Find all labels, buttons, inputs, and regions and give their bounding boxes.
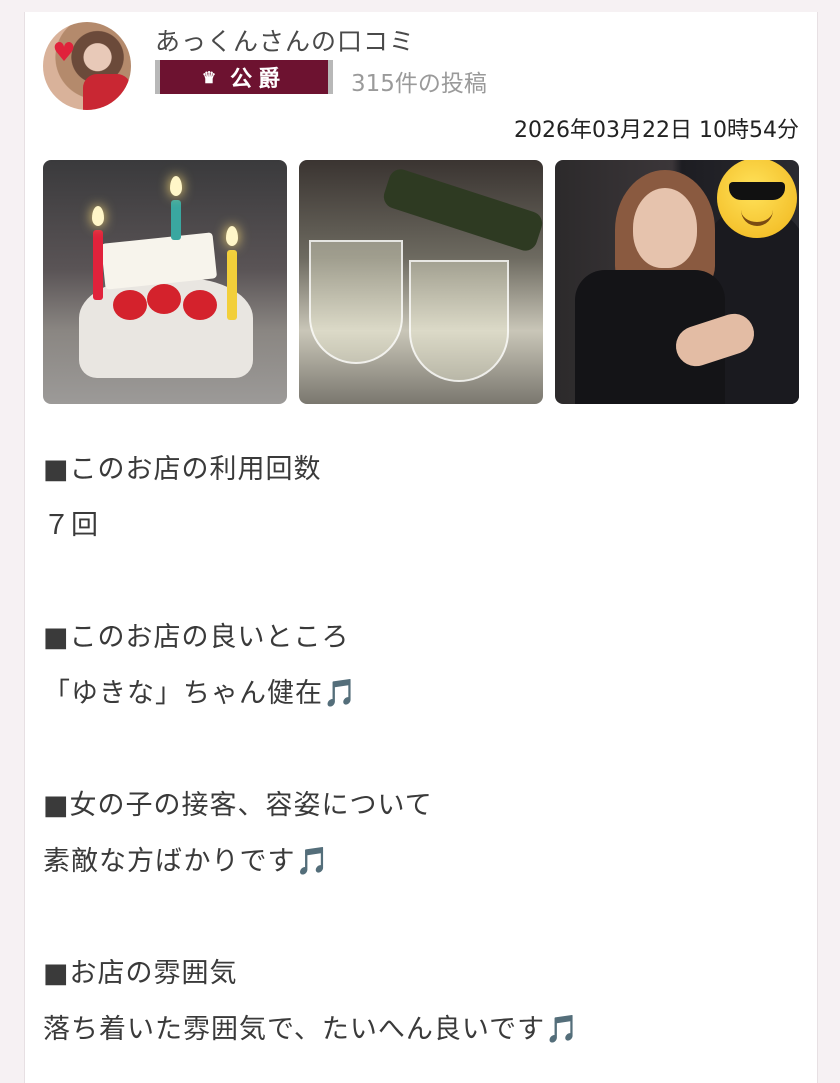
heart-icon: ♥ <box>52 38 76 68</box>
section-heading: ■このお店の良いところ <box>43 622 350 653</box>
strawberry-shape <box>147 284 181 314</box>
crown-icon: ♛ <box>201 67 217 87</box>
candle-shape <box>171 200 181 240</box>
smile-shape <box>741 208 773 226</box>
review-datetime: 2026年03月22日 10時54分 <box>514 118 799 143</box>
section-answer: 素敵な方ばかりです🎵 <box>43 846 331 877</box>
wine-glasses-photo[interactable] <box>299 160 543 404</box>
wine-glass-shape <box>309 240 403 364</box>
wine-bottle-shape <box>380 166 543 254</box>
strawberry-shape <box>183 290 217 320</box>
review-author-title[interactable]: あっくんさんの口コミ <box>155 22 415 58</box>
section-heading: ■お店の雰囲気 <box>43 958 238 989</box>
post-count[interactable]: 315件の投稿 <box>351 64 487 98</box>
flame-shape <box>92 206 104 226</box>
sunglasses-emoji-icon <box>717 160 797 238</box>
couple-selfie-photo[interactable] <box>555 160 799 404</box>
section-heading: ■女の子の接客、容姿について <box>43 790 433 821</box>
section-answer: 落ち着いた雰囲気で、たいへん良いです🎵 <box>43 1014 580 1045</box>
flame-shape <box>170 176 182 196</box>
sunglasses-shape <box>729 182 785 200</box>
candle-shape <box>227 250 237 320</box>
section-answer: ７回 <box>43 510 99 541</box>
section-answer: 「ゆきな」ちゃん健在🎵 <box>43 678 358 709</box>
wine-glass-shape <box>409 260 509 382</box>
review-body: ■このお店の利用回数 ７回 ■このお店の良いところ 「ゆきな」ちゃん健在🎵 ■女… <box>43 442 799 1058</box>
woman-face-shape <box>633 188 697 268</box>
section-heading: ■このお店の利用回数 <box>43 454 322 485</box>
avatar[interactable]: ♥ <box>43 22 131 110</box>
flame-shape <box>226 226 238 246</box>
strawberry-shape <box>113 290 147 320</box>
rank-badge: ♛ 公爵 <box>155 60 333 94</box>
rank-label: 公爵 <box>230 66 287 92</box>
candle-shape <box>93 230 103 300</box>
birthday-cake-photo[interactable] <box>43 160 287 404</box>
avatar-figure <box>83 74 131 110</box>
review-card: ♥ あっくんさんの口コミ ♛ 公爵 315件の投稿 2026年03月22日 10… <box>24 12 818 1083</box>
